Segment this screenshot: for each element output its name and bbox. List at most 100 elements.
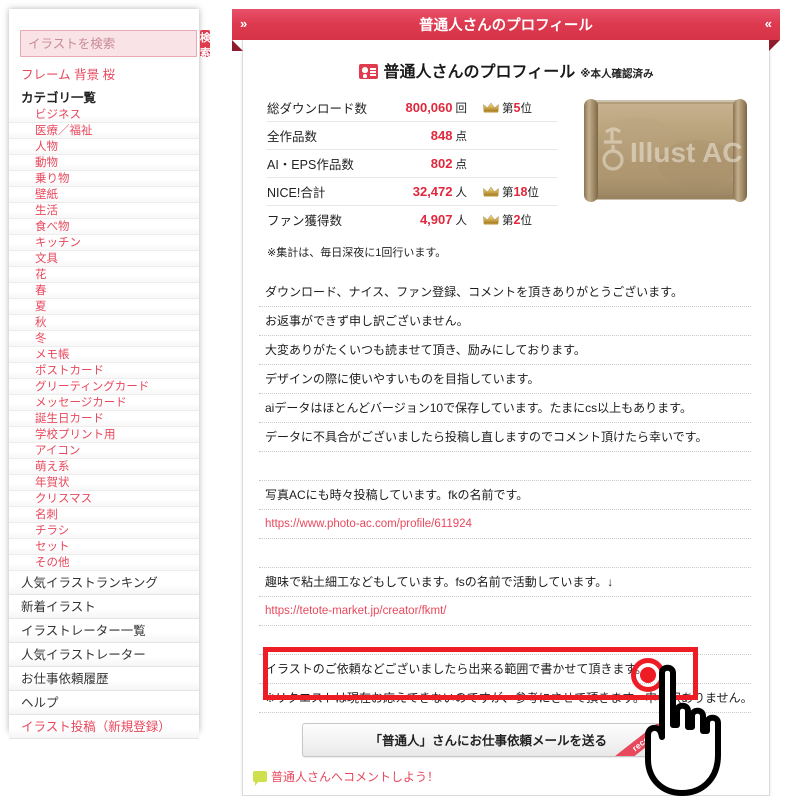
rank-prefix: 第	[502, 214, 514, 227]
stat-unit: 回	[455, 102, 468, 115]
nav-item[interactable]: イラスト投稿（新規登録）	[9, 715, 199, 739]
category-item[interactable]: 医療／福祉	[9, 123, 199, 139]
rank-suffix: 位	[520, 214, 532, 227]
body-spacer	[259, 539, 751, 568]
category-item[interactable]: アイコン	[9, 443, 199, 459]
stat-unit: 点	[455, 130, 468, 143]
stat-number: 802	[430, 155, 453, 171]
category-item[interactable]: 学校プリント用	[9, 427, 199, 443]
search-input[interactable]	[20, 30, 197, 57]
stat-row: ファン獲得数 4,907 人第2位	[267, 206, 557, 234]
body-line: データに不具合がございましたら投稿し直しますのでコメント頂けたら幸いです。	[259, 423, 751, 452]
aggregation-note: ※集計は、毎日深夜に1回行います。	[267, 247, 447, 259]
category-item[interactable]: ビジネス	[9, 107, 199, 123]
category-item[interactable]: 秋	[9, 315, 199, 331]
category-item[interactable]: チラシ	[9, 523, 199, 539]
comment-link[interactable]: 普通人さんへコメントしよう！	[243, 762, 769, 795]
category-item[interactable]: セット	[9, 539, 199, 555]
category-item[interactable]: 食べ物	[9, 219, 199, 235]
stat-label: 総ダウンロード数	[267, 102, 368, 116]
crown-icon	[483, 102, 499, 112]
body-spacer	[259, 626, 751, 655]
body-line: ダウンロード、ナイス、ファン登録、コメントを頂きありがとうございます。	[259, 278, 751, 307]
category-header: カテゴリ一覧	[21, 91, 97, 105]
profile-panel: 普通人さんのプロフィール ※本人確認済み 総ダウンロード数 800,060 回第5位全…	[242, 40, 770, 796]
body-spacer	[259, 452, 751, 481]
body-line: 趣味で粘土細工などもしています。fsの名前で活動しています。↓	[259, 568, 751, 597]
id-card-icon	[358, 64, 378, 79]
crown-icon	[483, 214, 499, 224]
category-item[interactable]: その他	[9, 555, 199, 571]
category-item[interactable]: 名刺	[9, 507, 199, 523]
sidebar: 検索 フレーム 背景 桜 カテゴリ一覧 ビジネス医療／福祉人物動物乗り物壁紙生活…	[9, 9, 211, 739]
send-job-request-button[interactable]: 「普通人」さんにお仕事依頼メールを送る recommend	[302, 723, 675, 757]
category-item[interactable]: 誕生日カード	[9, 411, 199, 427]
category-item[interactable]: メモ帳	[9, 347, 199, 363]
profile-heading: 普通人さんのプロフィール ※本人確認済み	[243, 40, 769, 94]
stat-number: 4,907	[419, 211, 453, 227]
help-icon[interactable]: ?	[692, 744, 710, 762]
body-link[interactable]: https://www.photo-ac.com/profile/611924	[259, 510, 751, 539]
category-item[interactable]: 文具	[9, 251, 199, 267]
avatar: Illust AC	[578, 94, 753, 207]
nav-item[interactable]: 人気イラストレーター	[9, 643, 199, 667]
rank-prefix: 第	[502, 102, 514, 115]
rank-prefix: 第	[502, 186, 514, 199]
tag-link-2[interactable]: 桜	[103, 68, 116, 82]
profile-heading-name: 普通人	[383, 64, 432, 81]
category-item[interactable]: 人物	[9, 139, 199, 155]
body-line: 写真ACにも時々投稿しています。fkの名前です。	[259, 481, 751, 510]
cta-area: 「普通人」さんにお仕事依頼メールを送る recommend ?	[243, 713, 769, 762]
comment-link-label: 普通人さんへコメントしよう！	[271, 770, 440, 784]
category-item[interactable]: ポストカード	[9, 363, 199, 379]
profile-upper: 総ダウンロード数 800,060 回第5位 全作品数 848 点 AI・EPS作品数 802 点…	[243, 94, 769, 234]
stat-label: 全作品数	[267, 130, 318, 144]
body-line: 大変ありがたくいつも読ませて頂き、励みにしております。	[259, 336, 751, 365]
category-item[interactable]: 冬	[9, 331, 199, 347]
nav-item[interactable]: お仕事依頼履歴	[9, 667, 199, 691]
page-title: 普通人さんのプロフィール	[419, 18, 593, 34]
profile-body: ダウンロード、ナイス、ファン登録、コメントを頂きありがとうございます。 お返事がで…	[243, 260, 769, 713]
category-item[interactable]: 年賀状	[9, 475, 199, 491]
stat-unit: 点	[455, 158, 468, 171]
nav-item[interactable]: ヘルプ	[9, 691, 199, 715]
page-root: 検索 フレーム 背景 桜 カテゴリ一覧 ビジネス医療／福祉人物動物乗り物壁紙生活…	[0, 0, 790, 796]
tag-link-0[interactable]: フレーム	[21, 68, 71, 82]
page-header-ribbon: » 普通人さんのプロフィール «	[232, 9, 780, 51]
stat-label: NICE!合計	[267, 186, 326, 200]
body-line: aiデータはほとんどバージョン10で保存しています。たまにcs以上もあります。	[259, 394, 751, 423]
ribbon-fold-left	[232, 40, 243, 51]
stat-number: 800,060	[405, 99, 453, 115]
category-item[interactable]: クリスマス	[9, 491, 199, 507]
nav-item[interactable]: 人気イラストランキング	[9, 571, 199, 595]
nav-item[interactable]: イラストレーター一覧	[9, 619, 199, 643]
tag-link-1[interactable]: 背景	[74, 68, 99, 82]
category-item[interactable]: 花	[9, 267, 199, 283]
stat-label: AI・EPS作品数	[267, 158, 354, 172]
main-column: » 普通人さんのプロフィール « 普通人さんのプロフィール ※本人確認済み 総ダウ…	[232, 9, 780, 796]
category-item[interactable]: 乗り物	[9, 171, 199, 187]
body-link[interactable]: https://tetote-market.jp/creator/fkmt/	[259, 597, 751, 626]
search-button[interactable]: 検索	[200, 30, 211, 59]
chat-bubble-icon	[253, 771, 267, 786]
body-line: デザインの際に使いやすいものを目指しています。	[259, 365, 751, 394]
stat-number: 32,472	[412, 183, 453, 199]
category-item[interactable]: キッチン	[9, 235, 199, 251]
chevron-left-double-icon[interactable]: «	[765, 16, 772, 31]
nav-item[interactable]: 新着イラスト	[9, 595, 199, 619]
stat-rank: 第2位	[467, 212, 557, 228]
category-item[interactable]: 夏	[9, 299, 199, 315]
category-item[interactable]: メッセージカード	[9, 395, 199, 411]
category-item[interactable]: グリーティングカード	[9, 379, 199, 395]
stat-value: 4,907 人	[375, 212, 467, 228]
recommend-ribbon: recommend	[610, 724, 674, 756]
category-item[interactable]: 壁紙	[9, 187, 199, 203]
category-item[interactable]: 動物	[9, 155, 199, 171]
stat-value: 802 点	[375, 156, 467, 172]
category-item[interactable]: 春	[9, 283, 199, 299]
chevron-right-double-icon[interactable]: »	[240, 16, 247, 31]
category-item[interactable]: 生活	[9, 203, 199, 219]
svg-text:Illust AC: Illust AC	[630, 137, 743, 168]
category-item[interactable]: 萌え系	[9, 459, 199, 475]
stat-value: 800,060 回	[375, 99, 468, 116]
